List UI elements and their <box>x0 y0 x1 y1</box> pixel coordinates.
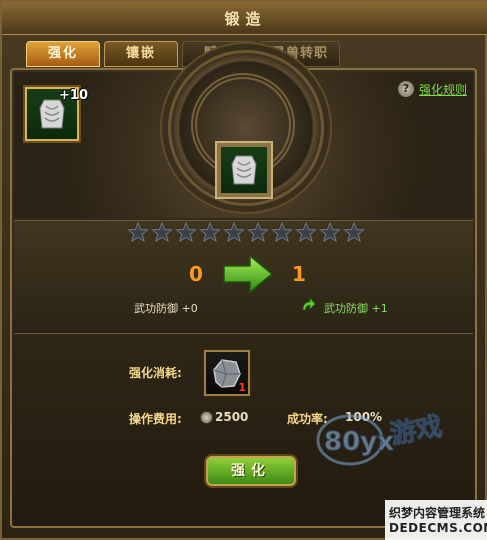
next-level: 1 <box>292 262 306 286</box>
cms-watermark: 织梦内容管理系统 DEDECMS.COM <box>385 500 487 540</box>
silver-coin-icon <box>200 411 213 424</box>
enhance-button[interactable]: 强化 <box>206 456 296 486</box>
star-icon <box>343 222 365 242</box>
star-icon <box>127 222 149 242</box>
star-icon <box>199 222 221 242</box>
star-icon <box>295 222 317 242</box>
material-quantity: 1 <box>238 381 246 394</box>
star-icon <box>319 222 341 242</box>
tab-enhance[interactable]: 强化 <box>26 41 100 67</box>
star-icon <box>247 222 269 242</box>
star-icon <box>223 222 245 242</box>
next-stat: 武功防御 +1 <box>324 302 388 315</box>
enhance-rules-link[interactable]: 强化规则 <box>419 81 467 98</box>
tab-inlay[interactable]: 镶嵌 <box>104 41 178 67</box>
svg-text:80yx: 80yx <box>324 427 394 457</box>
star-icon <box>271 222 293 242</box>
title-bar[interactable]: 锻造 <box>2 2 487 35</box>
fee-label: 操作费用: <box>129 412 182 426</box>
watermark-line-1: 织梦内容管理系统 <box>389 506 486 520</box>
item-level-badge: +10 <box>59 88 88 103</box>
watermark-line-2: DEDECMS.COM <box>389 521 487 535</box>
material-slot[interactable]: 1 <box>204 350 250 396</box>
svg-text:游戏: 游戏 <box>388 412 444 451</box>
help-icon[interactable]: ? <box>398 81 414 97</box>
window-title: 锻造 <box>224 10 267 28</box>
star-icon <box>175 222 197 242</box>
armor-icon <box>231 155 257 185</box>
site-watermark-logo: 80yx 游戏 <box>316 411 445 466</box>
stat-up-arrow-icon <box>302 296 316 311</box>
star-icon <box>151 222 173 242</box>
current-level: 0 <box>189 262 203 286</box>
enhance-target-slot[interactable] <box>215 141 273 199</box>
material-cost-label: 强化消耗: <box>129 366 182 380</box>
current-stat: 武功防御 +0 <box>134 302 198 315</box>
fee-value: 2500 <box>215 410 249 424</box>
arrow-right-icon <box>223 254 274 294</box>
